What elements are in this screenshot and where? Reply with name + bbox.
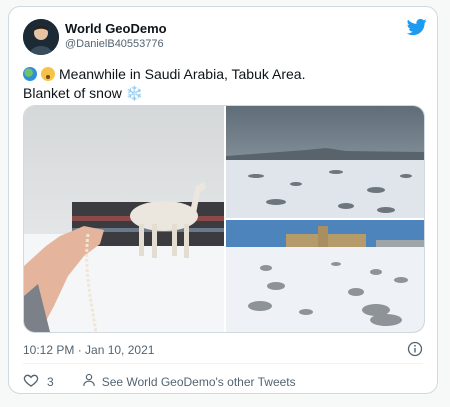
person-icon [82, 373, 96, 390]
twitter-bird-icon[interactable] [406, 17, 427, 37]
timestamp[interactable]: 10:12 PM · Jan 10, 2021 [23, 343, 154, 357]
other-tweets-label: See World GeoDemo's other Tweets [101, 374, 296, 389]
tweet-text: Meanwhile in Saudi Arabia, Tabuk Area. B… [23, 65, 423, 103]
photo-camel-snow[interactable] [24, 106, 224, 332]
globe-emoji-icon [23, 67, 37, 81]
photo-snow-plain[interactable] [226, 106, 424, 218]
tweet-text-line-1: Meanwhile in Saudi Arabia, Tabuk Area. [23, 65, 423, 84]
like-count: 3 [47, 374, 54, 389]
info-icon[interactable] [407, 341, 423, 357]
divider [23, 363, 423, 364]
photo-snow-building[interactable] [226, 220, 424, 332]
like-button[interactable]: 3 [23, 372, 54, 391]
tweet-actions: 3 See World GeoDemo's other Tweets [23, 372, 296, 391]
author-handle[interactable]: @DanielB40553776 [65, 37, 167, 52]
tweet-text-body-2: Blanket of snow [23, 85, 122, 101]
tweet-media-grid [23, 105, 425, 333]
author-name[interactable]: World GeoDemo [65, 21, 167, 37]
heart-icon [23, 372, 39, 391]
author-block[interactable]: World GeoDemo @DanielB40553776 [65, 21, 167, 52]
tweet-card[interactable]: World GeoDemo @DanielB40553776 Meanwhile… [8, 6, 438, 394]
tweet-text-body: Meanwhile in Saudi Arabia, Tabuk Area. [59, 66, 306, 82]
snowflake-emoji-icon: ❄️ [125, 85, 144, 101]
tweet-text-line-2: Blanket of snow ❄️ [23, 84, 423, 103]
other-tweets-link[interactable]: See World GeoDemo's other Tweets [76, 373, 296, 390]
avatar[interactable] [23, 19, 59, 55]
astonished-face-emoji-icon [41, 67, 55, 81]
